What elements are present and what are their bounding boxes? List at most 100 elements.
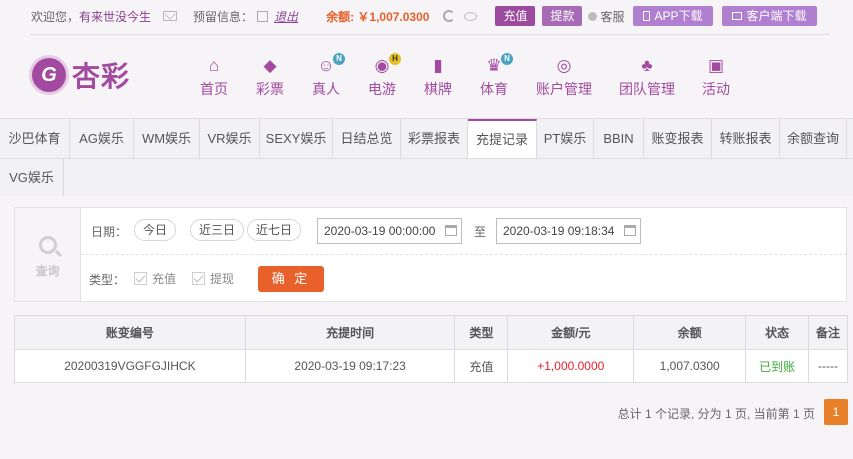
cell-remark: ----- bbox=[808, 349, 848, 383]
header: G 杏彩 ⌂ 首页 ◆ 彩票 ☺ N 真人 ◉ H 电游 ▮ 棋牌 ♛ N 体育 ◎ … bbox=[0, 32, 853, 118]
balance-text: 余额: ￥1,007.0300 bbox=[326, 9, 430, 24]
customer-service-link[interactable]: 客服 bbox=[588, 8, 625, 25]
checkbox-box[interactable] bbox=[134, 272, 147, 285]
recharge-button[interactable]: 充值 bbox=[495, 6, 536, 26]
nav-label: 账户管理 bbox=[536, 81, 592, 97]
tab-transfer-report[interactable]: 转账报表 bbox=[712, 119, 780, 158]
col-remark: 备注 bbox=[808, 315, 848, 350]
calendar-icon[interactable] bbox=[445, 225, 457, 236]
tab-wm[interactable]: WM娱乐 bbox=[134, 119, 200, 158]
search-icon bbox=[38, 236, 57, 254]
cell-balance: 1,007.0300 bbox=[633, 349, 747, 383]
col-time: 充提时间 bbox=[244, 315, 456, 350]
cell-transaction-id: 20200319VGGFGJIHCK bbox=[14, 349, 246, 383]
withdraw-checkbox-label: 提现 bbox=[210, 272, 235, 286]
logo-badge: G bbox=[32, 58, 66, 92]
cell-status: 已到账 bbox=[745, 349, 810, 383]
trophy-icon: ♛ N bbox=[483, 53, 513, 76]
tabs-row-divider bbox=[0, 158, 853, 159]
app-download-label: APP下载 bbox=[654, 9, 703, 23]
app-download-button[interactable]: APP下载 bbox=[632, 6, 713, 26]
col-status: 状态 bbox=[745, 315, 810, 350]
mail-icon[interactable] bbox=[163, 11, 178, 21]
last-3-days-button[interactable]: 近三日 bbox=[190, 219, 245, 241]
eye-icon[interactable] bbox=[464, 11, 478, 21]
edit-icon[interactable] bbox=[257, 10, 269, 22]
nav-sports[interactable]: ♛ N 体育 bbox=[464, 53, 524, 99]
new-badge: N bbox=[501, 53, 513, 65]
welcome-text: 欢迎您，有来世没今生 bbox=[31, 8, 151, 25]
nav-lottery[interactable]: ◆ 彩票 bbox=[240, 56, 300, 99]
query-side: 查询 bbox=[15, 208, 81, 301]
tab-bbin[interactable]: BBIN bbox=[594, 119, 644, 158]
nav-account[interactable]: ◎ 账户管理 bbox=[534, 56, 594, 99]
new-badge: N bbox=[333, 53, 345, 65]
tab-vr[interactable]: VR娱乐 bbox=[200, 119, 260, 158]
cards-icon: ▮ bbox=[433, 56, 443, 75]
nav-label: 体育 bbox=[480, 81, 508, 97]
today-button[interactable]: 今日 bbox=[134, 219, 177, 241]
filter-panel: 查询 日期： 今日 近三日 近七日 2020-03-19 00:00:00 至 … bbox=[14, 207, 847, 302]
phone-icon bbox=[642, 11, 650, 21]
last-7-days-button[interactable]: 近七日 bbox=[247, 219, 302, 241]
logo[interactable]: G 杏彩 bbox=[32, 55, 130, 95]
start-date-value: 2020-03-19 00:00:00 bbox=[324, 224, 436, 238]
calendar-icon[interactable] bbox=[624, 225, 636, 236]
live-dealer-icon: ☺ N bbox=[315, 53, 345, 76]
col-type: 类型 bbox=[454, 315, 509, 350]
nav-live[interactable]: ☺ N 真人 bbox=[296, 53, 356, 99]
welcome-label: 欢迎您， bbox=[31, 9, 80, 24]
logout-link[interactable]: 退出 bbox=[274, 8, 298, 25]
header-divider bbox=[30, 34, 830, 35]
report-tabs: 沙巴体育 AG娱乐 WM娱乐 VR娱乐 SEXY娱乐 日结总览 彩票报表 充提记… bbox=[0, 118, 853, 197]
cell-type: 充值 bbox=[454, 349, 509, 383]
tab-lottery-report[interactable]: 彩票报表 bbox=[401, 119, 468, 158]
nav-label: 棋牌 bbox=[424, 81, 452, 97]
col-amount: 金额/元 bbox=[507, 315, 635, 350]
tab-vg[interactable]: VG娱乐 bbox=[0, 158, 64, 197]
nav-promo[interactable]: ▣ 活动 bbox=[686, 56, 746, 99]
lottery-icon: ◆ bbox=[263, 56, 277, 75]
page-button-current[interactable]: 1 bbox=[824, 399, 848, 425]
home-icon: ⌂ bbox=[208, 56, 220, 75]
service-label: 客服 bbox=[600, 9, 625, 24]
withdraw-checkbox[interactable]: 提现 bbox=[192, 270, 234, 287]
nav-team[interactable]: ♣ 团队管理 bbox=[617, 56, 677, 99]
checkbox-box[interactable] bbox=[192, 272, 205, 285]
tab-sexy[interactable]: SEXY娱乐 bbox=[260, 119, 333, 158]
monitor-icon bbox=[731, 12, 742, 20]
refresh-icon[interactable] bbox=[443, 10, 456, 22]
tab-daily-overview[interactable]: 日结总览 bbox=[333, 119, 401, 158]
query-label: 查询 bbox=[35, 264, 60, 278]
tab-account-change[interactable]: 账变报表 bbox=[644, 119, 712, 158]
nav-home[interactable]: ⌂ 首页 bbox=[184, 56, 244, 99]
team-icon: ♣ bbox=[641, 56, 653, 75]
nav-label: 活动 bbox=[702, 81, 730, 97]
table-row: 20200319VGGFGJIHCK 2020-03-19 09:17:23 充… bbox=[14, 349, 848, 383]
tab-deposit-withdraw-records[interactable]: 充提记录 bbox=[468, 119, 537, 158]
nav-egame[interactable]: ◉ H 电游 bbox=[352, 53, 412, 99]
end-date-input[interactable]: 2020-03-19 09:18:34 bbox=[496, 218, 641, 244]
tab-ag[interactable]: AG娱乐 bbox=[70, 119, 134, 158]
tab-saba-sports[interactable]: 沙巴体育 bbox=[0, 119, 70, 158]
username[interactable]: 有来世没今生 bbox=[79, 10, 151, 24]
withdraw-button[interactable]: 提款 bbox=[542, 6, 583, 26]
col-balance: 余额 bbox=[633, 315, 747, 350]
tab-pt[interactable]: PT娱乐 bbox=[537, 119, 594, 158]
tab-balance-query[interactable]: 余额查询 bbox=[780, 119, 847, 158]
pager-summary: 总计 1 个记录, 分为 1 页, 当前第 1 页 bbox=[617, 407, 815, 421]
date-label: 日期： bbox=[91, 225, 128, 239]
nav-chess[interactable]: ▮ 棋牌 bbox=[408, 56, 468, 99]
client-download-button[interactable]: 客户端下载 bbox=[721, 6, 817, 26]
nav-label: 团队管理 bbox=[619, 81, 675, 97]
confirm-button[interactable]: 确 定 bbox=[258, 266, 324, 292]
recharge-checkbox[interactable]: 充值 bbox=[134, 270, 176, 287]
hot-badge: H bbox=[389, 53, 401, 65]
gamepad-icon: ◉ H bbox=[371, 53, 401, 76]
gift-icon: ▣ bbox=[707, 56, 725, 75]
start-date-input[interactable]: 2020-03-19 00:00:00 bbox=[317, 218, 462, 244]
nav-label: 电游 bbox=[368, 81, 396, 97]
headset-icon bbox=[588, 11, 598, 21]
records-table: 账变编号 充提时间 类型 金额/元 余额 状态 备注 20200319VGGFG… bbox=[14, 315, 848, 383]
cell-amount: +1,000.0000 bbox=[507, 349, 635, 383]
